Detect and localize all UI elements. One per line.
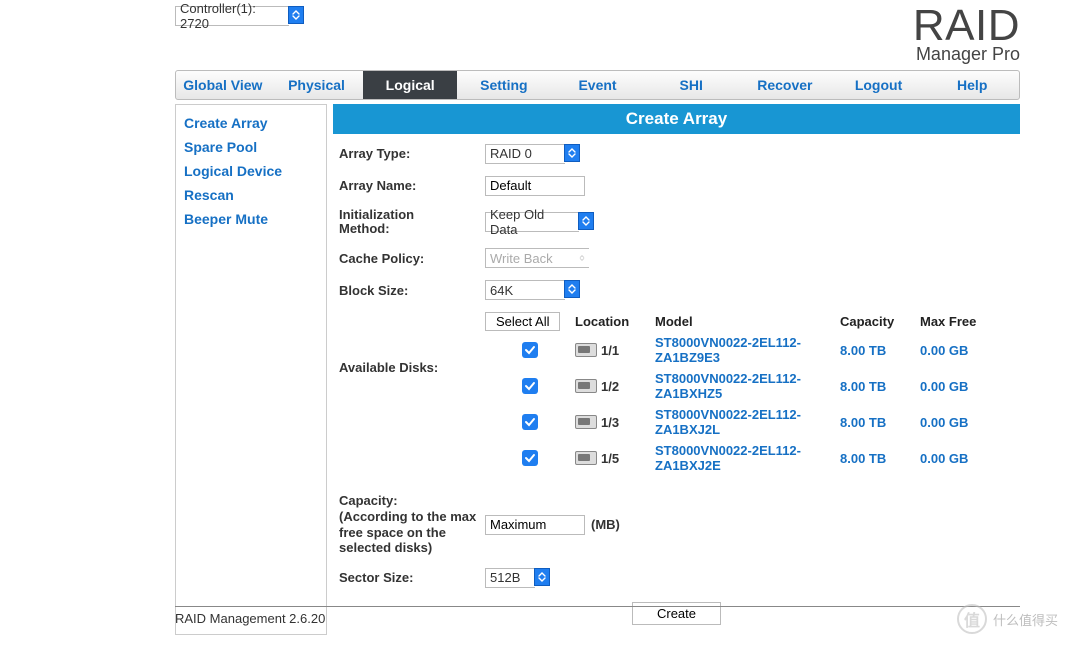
disk-maxfree: 0.00 GB	[920, 343, 1000, 358]
dropdown-arrows-icon	[564, 280, 580, 298]
select-all-button[interactable]: Select All	[485, 312, 560, 331]
disk-capacity: 8.00 TB	[840, 343, 920, 358]
disk-capacity: 8.00 TB	[840, 415, 920, 430]
disk-location: 1/3	[601, 415, 619, 430]
label-array-type: Array Type:	[339, 146, 485, 161]
panel-title: Create Array	[333, 104, 1020, 134]
tab-setting[interactable]: Setting	[457, 71, 551, 99]
sidebar-item-spare-pool[interactable]: Spare Pool	[184, 135, 318, 159]
watermark: 值 什么值得买	[957, 604, 1058, 634]
disk-capacity: 8.00 TB	[840, 379, 920, 394]
sector-size-select[interactable]: 512B	[485, 568, 550, 588]
label-sector-size: Sector Size:	[339, 570, 485, 585]
disk-model[interactable]: ST8000VN0022-2EL112-ZA1BXHZ5	[655, 371, 840, 401]
disk-location: 1/5	[601, 451, 619, 466]
label-init-method: InitializationMethod:	[339, 208, 485, 237]
disk-checkbox[interactable]	[522, 450, 538, 466]
array-name-input[interactable]	[485, 176, 585, 196]
disk-model[interactable]: ST8000VN0022-2EL112-ZA1BXJ2E	[655, 443, 840, 473]
drive-icon	[575, 343, 597, 357]
sidebar-item-rescan[interactable]: Rescan	[184, 183, 318, 207]
tab-global-view[interactable]: Global View	[176, 71, 270, 99]
disk-location: 1/2	[601, 379, 619, 394]
footer-text: RAID Management 2.6.20	[175, 606, 1020, 626]
sidebar-item-create-array[interactable]: Create Array	[184, 111, 318, 135]
tab-logout[interactable]: Logout	[832, 71, 926, 99]
dropdown-arrows-icon	[288, 6, 304, 24]
label-array-name: Array Name:	[339, 178, 485, 193]
label-block-size: Block Size:	[339, 283, 408, 298]
controller-select[interactable]: Controller(1): 2720	[175, 6, 304, 26]
label-capacity: Capacity: (According to the max free spa…	[339, 493, 485, 555]
header-location: Location	[575, 314, 655, 329]
dropdown-arrows-icon	[578, 212, 594, 230]
tab-recover[interactable]: Recover	[738, 71, 832, 99]
cache-policy-select: Write Back	[485, 248, 589, 268]
tab-event[interactable]: Event	[551, 71, 645, 99]
header-capacity: Capacity	[840, 314, 920, 329]
disk-row: 1/2 ST8000VN0022-2EL112-ZA1BXHZ58.00 TB0.…	[485, 371, 1000, 401]
disk-maxfree: 0.00 GB	[920, 451, 1000, 466]
header-model: Model	[655, 314, 840, 329]
tab-help[interactable]: Help	[925, 71, 1019, 99]
capacity-unit: (MB)	[591, 517, 620, 532]
sidebar-item-beeper-mute[interactable]: Beeper Mute	[184, 207, 318, 231]
label-available-disks: Available Disks:	[339, 360, 485, 375]
label-cache-policy: Cache Policy:	[339, 251, 485, 266]
tab-physical[interactable]: Physical	[270, 71, 364, 99]
disk-checkbox[interactable]	[522, 342, 538, 358]
block-size-select[interactable]: 64K	[485, 280, 580, 300]
capacity-input[interactable]	[485, 515, 585, 535]
dropdown-arrows-icon	[564, 144, 580, 162]
drive-icon	[575, 415, 597, 429]
dropdown-arrows-icon	[534, 568, 550, 586]
array-type-select[interactable]: RAID 0	[485, 144, 580, 164]
disk-model[interactable]: ST8000VN0022-2EL112-ZA1BZ9E3	[655, 335, 840, 365]
sidebar-item-logical-device[interactable]: Logical Device	[184, 159, 318, 183]
disk-checkbox[interactable]	[522, 378, 538, 394]
disk-row: 1/1 ST8000VN0022-2EL112-ZA1BZ9E38.00 TB0.…	[485, 335, 1000, 365]
drive-icon	[575, 451, 597, 465]
init-method-select[interactable]: Keep Old Data	[485, 212, 594, 232]
disk-maxfree: 0.00 GB	[920, 379, 1000, 394]
disk-maxfree: 0.00 GB	[920, 415, 1000, 430]
dropdown-arrows-icon	[575, 248, 589, 268]
disk-row: 1/5 ST8000VN0022-2EL112-ZA1BXJ2E8.00 TB0.…	[485, 443, 1000, 473]
disk-capacity: 8.00 TB	[840, 451, 920, 466]
header-maxfree: Max Free	[920, 314, 1000, 329]
disk-location: 1/1	[601, 343, 619, 358]
sidebar: Create Array Spare Pool Logical Device R…	[175, 104, 327, 635]
disk-row: 1/3 ST8000VN0022-2EL112-ZA1BXJ2L8.00 TB0.…	[485, 407, 1000, 437]
tab-logical[interactable]: Logical	[363, 71, 457, 99]
drive-icon	[575, 379, 597, 393]
tab-shi[interactable]: SHI	[644, 71, 738, 99]
main-tabs: Global View Physical Logical Setting Eve…	[175, 70, 1020, 100]
logo: RAID Manager Pro	[913, 6, 1020, 62]
disk-model[interactable]: ST8000VN0022-2EL112-ZA1BXJ2L	[655, 407, 840, 437]
disk-checkbox[interactable]	[522, 414, 538, 430]
